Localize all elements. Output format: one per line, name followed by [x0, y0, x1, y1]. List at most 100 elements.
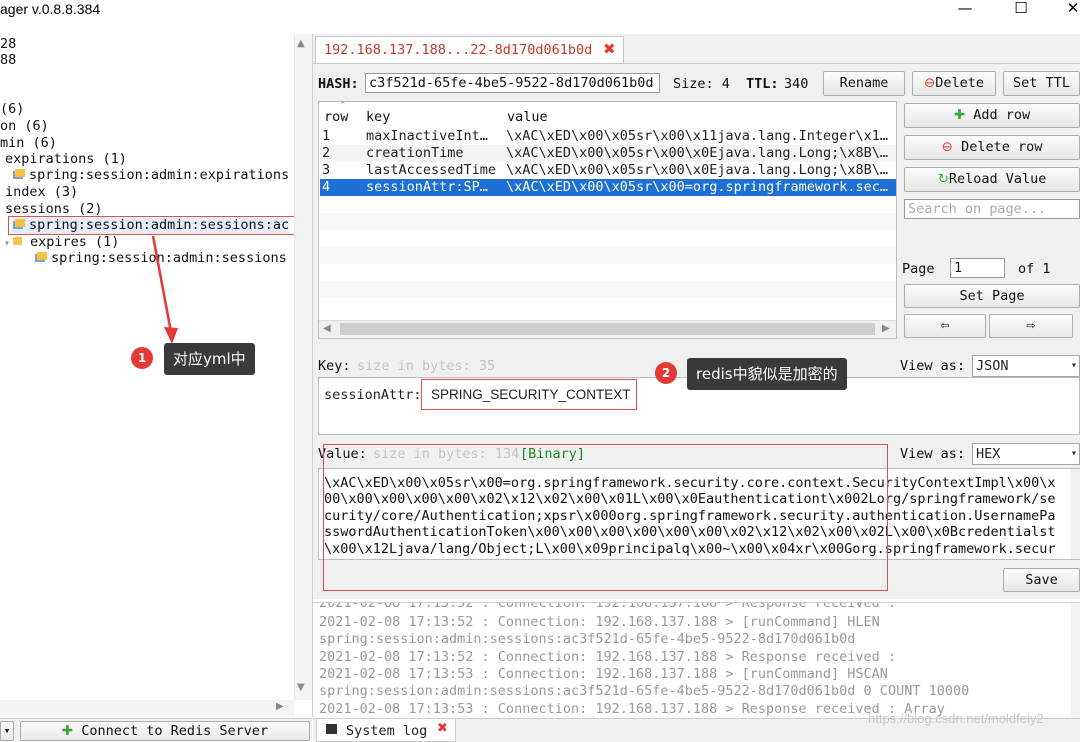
- log-line: 2021-02-08 17:13:53 : Connection: 192.16…: [319, 666, 888, 682]
- tree-item-index[interactable]: index (3): [5, 184, 78, 201]
- reload-value-button[interactable]: ↻Reload Value: [904, 167, 1080, 192]
- plus-icon: ✚: [61, 723, 74, 739]
- prev-page-button[interactable]: ⇦: [904, 314, 986, 338]
- annotation-note-1: 对应yml中: [164, 343, 255, 375]
- scroll-up-icon[interactable]: ▲: [297, 38, 305, 49]
- connection-tree-pane: 28 88 (6) on (6) min (6) expirations (1)…: [0, 34, 313, 717]
- key-db-icon: [35, 252, 47, 262]
- hash-key-field[interactable]: c3f521d-65fe-4be5-9522-8d170d061b0d: [365, 73, 660, 93]
- cell-value: \xAC\xED\x00\x05sr\x00\x11java.lang.Inte…: [506, 128, 889, 144]
- key-size-hint: size in bytes: 35: [357, 358, 496, 374]
- reload-value-label: Reload Value: [948, 171, 1047, 187]
- chevron-down-icon: ▾: [1070, 360, 1077, 371]
- cell-row: 4: [322, 179, 331, 195]
- value-view-as-value: HEX: [976, 446, 1001, 462]
- table-row[interactable]: 3 lastAccessedTime \xAC\xED\x00\x05sr\x0…: [320, 162, 896, 179]
- close-window-button[interactable]: ✕: [1050, 0, 1080, 24]
- table-row[interactable]: 1 maxInactiveInt… \xAC\xED\x00\x05sr\x00…: [320, 128, 896, 145]
- hash-values-table: row key value ⌃ 1 maxInactiveInt… \xAC\x…: [318, 101, 897, 339]
- set-ttl-button[interactable]: Set TTL: [1003, 71, 1080, 96]
- key-view-as-label: View as:: [900, 358, 966, 374]
- tree-item[interactable]: min (6): [0, 135, 57, 152]
- cell-row: 3: [322, 162, 331, 178]
- rename-button[interactable]: Rename: [823, 71, 905, 96]
- page-number-input[interactable]: 1: [950, 258, 1005, 278]
- tree-item[interactable]: on (6): [0, 118, 49, 135]
- delete-label: Delete: [935, 75, 985, 91]
- tree-item[interactable]: 28: [0, 36, 16, 53]
- key-view-as-select[interactable]: JSON ▾: [972, 355, 1080, 377]
- cell-row: 2: [322, 145, 331, 161]
- save-button[interactable]: Save: [1003, 568, 1080, 592]
- highlight-box-key: [421, 379, 637, 410]
- tree-item-expirations[interactable]: expirations (1): [5, 151, 127, 168]
- terminal-icon: [326, 724, 337, 734]
- next-page-button[interactable]: ⇨: [989, 314, 1073, 338]
- annotation-badge-1: 1: [131, 347, 153, 369]
- sort-indicator-icon: ⌃: [339, 101, 347, 111]
- tree-horizontal-scrollbar[interactable]: ▶: [0, 700, 294, 716]
- maximize-button[interactable]: ☐: [998, 0, 1044, 24]
- reload-icon: ↻: [937, 171, 949, 187]
- annotation-arrow: [151, 235, 178, 344]
- page-count-label: of 1: [1018, 261, 1051, 277]
- set-page-button[interactable]: Set Page: [904, 284, 1080, 308]
- log-scrollbar[interactable]: [1071, 603, 1080, 719]
- annotation-badge-2: 2: [655, 362, 677, 384]
- value-scrollbar[interactable]: [1071, 469, 1080, 559]
- title-bar: ager v.0.8.8.384 — ☐ ✕: [0, 0, 1080, 24]
- tab-close-icon[interactable]: ✖: [603, 40, 616, 58]
- scroll-left-icon[interactable]: ◀: [323, 323, 331, 334]
- tree-item[interactable]: 88: [0, 52, 16, 69]
- left-bottom-bar: ▾ ✚ Connect to Redis Server: [0, 718, 312, 742]
- ttl-value: 340: [784, 76, 809, 92]
- delete-row-button[interactable]: ⊖ Delete row: [904, 135, 1080, 160]
- value-view-as-select[interactable]: HEX ▾: [972, 443, 1080, 465]
- column-header-key[interactable]: key: [366, 109, 390, 125]
- log-line: spring:session:admin:sessions:ac3f521d-6…: [319, 683, 970, 699]
- tree-item-key[interactable]: spring:session:admin:expirations: [12, 167, 289, 184]
- annotation-note-2: redis中貌似是加密的: [687, 358, 847, 390]
- search-on-page-input[interactable]: Search on page...: [904, 199, 1080, 219]
- chevron-down-icon: ▾: [1070, 448, 1077, 459]
- cell-key: lastAccessedTime: [366, 162, 497, 178]
- add-row-button[interactable]: ✚ Add row: [904, 103, 1080, 128]
- highlight-box-value: [323, 444, 888, 591]
- collapse-arrow-icon[interactable]: ▾: [4, 238, 10, 249]
- table-row-empty: [320, 281, 896, 298]
- delete-key-button[interactable]: ⊖Delete: [912, 71, 996, 96]
- cell-value: \xAC\xED\x00\x05sr\x00=org.springframewo…: [506, 179, 889, 195]
- delete-row-label: Delete row: [961, 139, 1043, 155]
- minimize-button[interactable]: —: [942, 0, 988, 24]
- tab-key-editor[interactable]: 192.168.137.188...22-8d170d061b0d ✖: [315, 36, 624, 64]
- tab-divider: [313, 63, 1080, 64]
- menu-dropdown-button[interactable]: ▾: [0, 721, 14, 741]
- scroll-down-icon[interactable]: ▼: [297, 682, 305, 693]
- key-view-as-value: JSON: [976, 358, 1009, 374]
- table-row-selected[interactable]: 4 sessionAttr:SP… \xAC\xED\x00\x05sr\x00…: [320, 179, 896, 196]
- tab-system-log[interactable]: System log ✖: [316, 719, 456, 742]
- scroll-right-icon[interactable]: ▶: [276, 701, 284, 712]
- tree-item[interactable]: (6): [0, 101, 24, 118]
- ttl-label: TTL:: [746, 76, 779, 92]
- connect-to-redis-button[interactable]: ✚ Connect to Redis Server: [20, 721, 310, 741]
- table-scroll-thumb[interactable]: [340, 323, 875, 335]
- cell-value: \xAC\xED\x00\x05sr\x00\x0Ejava.lang.Long…: [506, 145, 889, 161]
- column-header-value[interactable]: value: [507, 109, 548, 125]
- cell-key: creationTime: [366, 145, 464, 161]
- key-prefix: sessionAttr:: [324, 387, 422, 403]
- table-row[interactable]: 2 creationTime \xAC\xED\x00\x05sr\x00\x0…: [320, 145, 896, 162]
- column-header-row[interactable]: row: [324, 109, 348, 125]
- scroll-right-icon[interactable]: ▶: [882, 323, 890, 334]
- tree-vertical-scrollbar[interactable]: ▲ ▼: [294, 34, 312, 700]
- value-view-as-label: View as:: [900, 446, 966, 462]
- delete-icon: ⊖: [923, 75, 936, 91]
- tree-item-label: spring:session:admin:expirations: [29, 167, 290, 183]
- size-label: Size: 4: [673, 76, 730, 92]
- tab-close-icon[interactable]: ✖: [437, 721, 448, 736]
- system-log-label: System log: [346, 723, 428, 739]
- plus-icon: ✚: [953, 107, 966, 123]
- system-log-panel: 2021-02-08 17:13:52 : Connection: 192.16…: [313, 602, 1080, 719]
- add-row-label: Add row: [973, 107, 1031, 123]
- log-line: 2021-02-08 17:13:52 : Connection: 192.16…: [319, 614, 880, 630]
